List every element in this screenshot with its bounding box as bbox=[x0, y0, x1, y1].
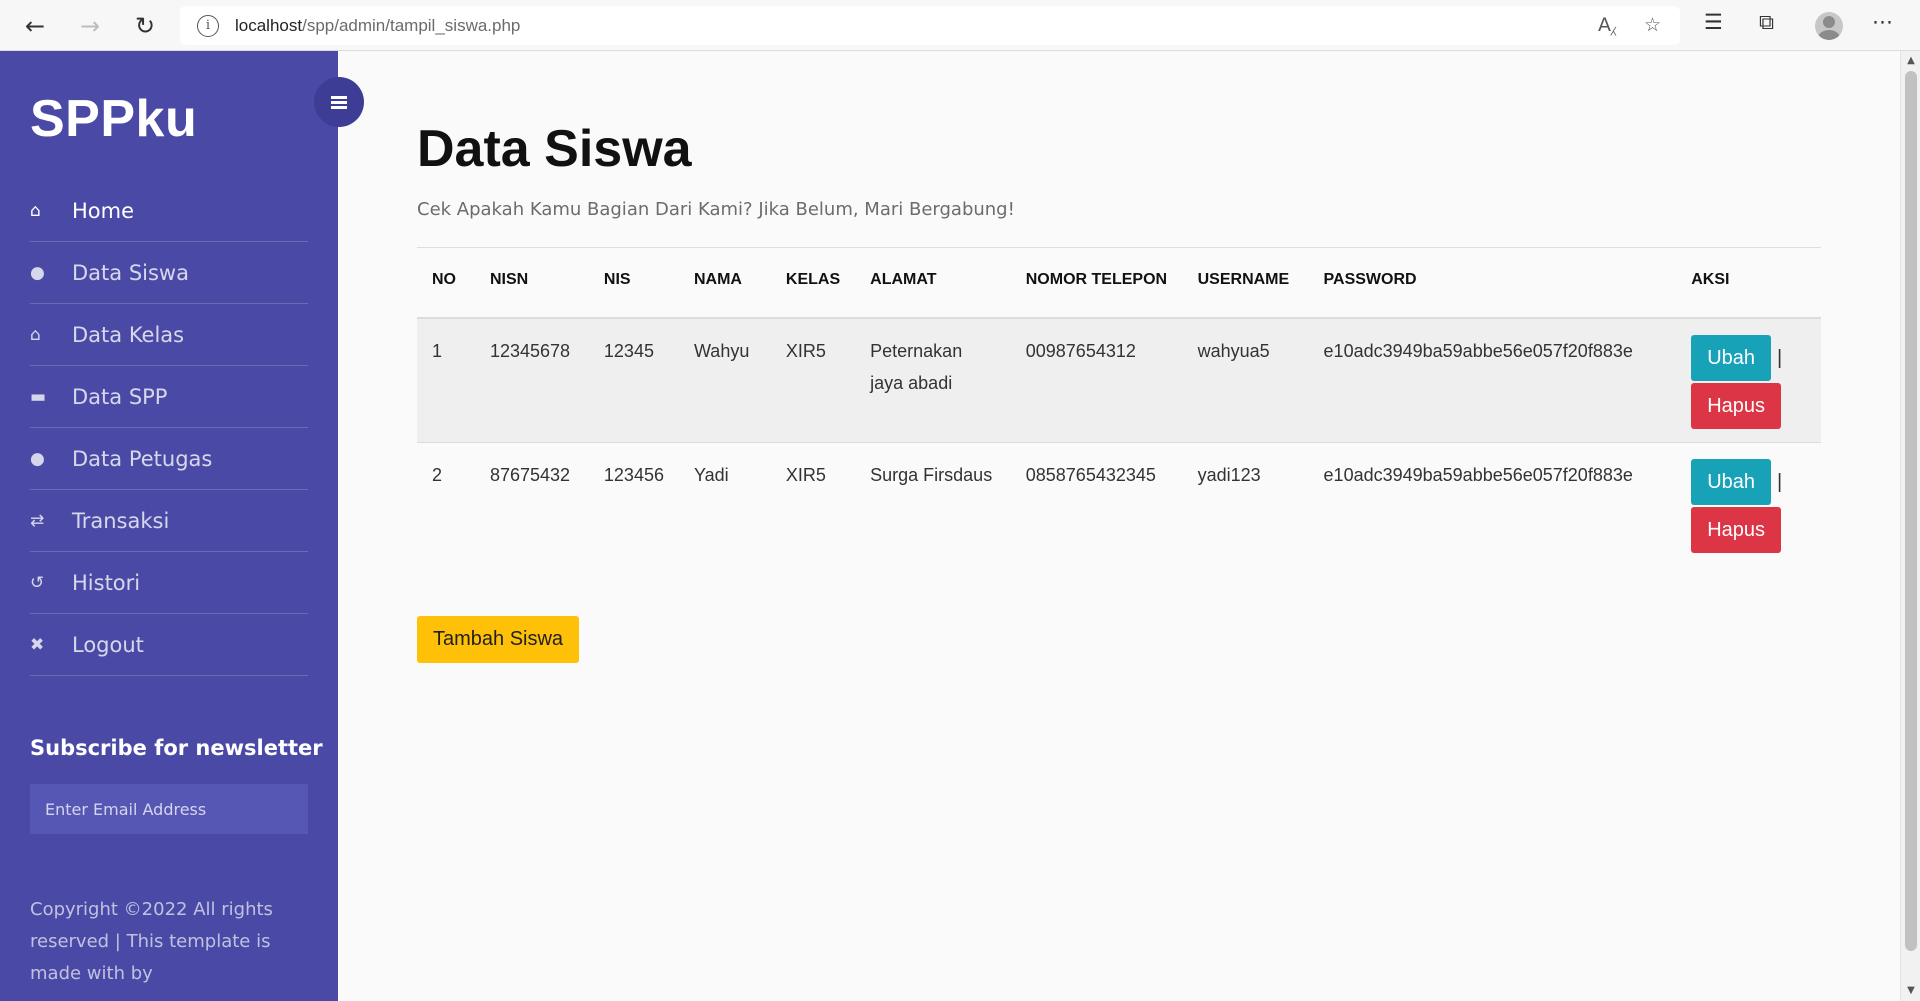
sidebar: SPPku ⌂ Home ● Data Siswa ⌂ Data Kelas ▬ Data S… bbox=[0, 51, 338, 1001]
sidebar-item-home[interactable]: ⌂ Home bbox=[30, 180, 308, 242]
cell-nisn: 87675432 bbox=[474, 442, 589, 566]
table-header-row: NO NISN NIS NAMA KELAS ALAMAT NOMOR TELEPON USE… bbox=[417, 248, 1821, 319]
url-text[interactable]: localhost/spp/admin/tampil_siswa.php bbox=[235, 16, 520, 36]
delete-button[interactable]: Hapus bbox=[1691, 383, 1782, 429]
sidebar-toggle-button[interactable] bbox=[314, 77, 364, 127]
cell-telepon: 00987654312 bbox=[1010, 318, 1183, 443]
browser-toolbar: ← → ↻ i localhost/spp/admin/tampil_siswa… bbox=[0, 0, 1920, 51]
more-icon[interactable]: ⋯ bbox=[1872, 10, 1893, 34]
url-path: /spp/admin/tampil_siswa.php bbox=[302, 15, 521, 35]
column-header: NISN bbox=[474, 248, 589, 319]
address-bar[interactable]: i localhost/spp/admin/tampil_siswa.php A… bbox=[180, 6, 1680, 45]
cell-aksi: Ubah | Hapus bbox=[1676, 442, 1821, 566]
sidebar-item-data-siswa[interactable]: ● Data Siswa bbox=[30, 242, 308, 304]
info-icon[interactable]: i bbox=[197, 14, 219, 37]
home-icon: ⌂ bbox=[30, 200, 41, 221]
column-header: KELAS bbox=[770, 248, 856, 319]
column-header: NIS bbox=[588, 248, 679, 319]
sidebar-item-label: Home bbox=[72, 198, 135, 223]
sidebar-item-histori[interactable]: ↺ Histori bbox=[30, 552, 308, 614]
main-content: Data Siswa Cek Apakah Kamu Bagian Dari K… bbox=[338, 51, 1900, 1001]
user-icon: ● bbox=[30, 262, 45, 283]
sidebar-item-label: Data Kelas bbox=[72, 322, 185, 347]
column-header: NO bbox=[417, 248, 475, 319]
collections-icon[interactable]: ⧉ bbox=[1759, 10, 1774, 35]
briefcase-icon: ▬ bbox=[30, 386, 47, 407]
cell-telepon: 0858765432345 bbox=[1010, 442, 1183, 566]
cell-password: e10adc3949ba59abbe56e057f20f883e bbox=[1308, 442, 1677, 566]
sidebar-item-label: Transaksi bbox=[72, 508, 170, 533]
back-arrow-icon[interactable]: ← bbox=[11, 0, 59, 51]
edit-button[interactable]: Ubah bbox=[1691, 459, 1772, 505]
cell-kelas: XIR5 bbox=[770, 318, 856, 443]
copyright-text: Copyright ©2022 All rights reserved | Th… bbox=[30, 899, 273, 984]
sidebar-item-data-petugas[interactable]: ● Data Petugas bbox=[30, 428, 308, 490]
column-header: PASSWORD bbox=[1308, 248, 1677, 319]
scroll-up-icon[interactable]: ▲ bbox=[1901, 55, 1920, 66]
favorite-add-icon[interactable]: ☆ bbox=[1644, 14, 1661, 36]
table-row: 1 12345678 12345 Wahyu XIR5 Peternakan jaya a… bbox=[417, 318, 1821, 443]
cell-nama: Wahyu bbox=[678, 318, 771, 443]
cell-nis: 123456 bbox=[588, 442, 679, 566]
table-row: 2 87675432 123456 Yadi XIR5 Surga Firsdaus 085… bbox=[417, 442, 1821, 566]
cell-kelas: XIR5 bbox=[770, 442, 856, 566]
column-header: AKSI bbox=[1676, 248, 1821, 319]
cell-nama: Yadi bbox=[678, 442, 771, 566]
column-header: USERNAME bbox=[1182, 248, 1309, 319]
home-icon: ⌂ bbox=[30, 324, 41, 345]
email-field[interactable] bbox=[30, 784, 308, 834]
edit-button[interactable]: Ubah bbox=[1691, 335, 1772, 381]
cell-alamat: Surga Firsdaus bbox=[855, 442, 1011, 566]
sidebar-item-logout[interactable]: ✖ Logout bbox=[30, 614, 308, 676]
sidebar-item-label: Data Siswa bbox=[72, 260, 189, 285]
cell-alamat: Peternakan jaya abadi bbox=[855, 318, 1011, 443]
sidebar-item-data-kelas[interactable]: ⌂ Data Kelas bbox=[30, 304, 308, 366]
column-header: NAMA bbox=[678, 248, 771, 319]
delete-button[interactable]: Hapus bbox=[1691, 507, 1782, 553]
scroll-down-icon[interactable]: ▼ bbox=[1901, 985, 1920, 996]
cell-nis: 12345 bbox=[588, 318, 679, 443]
cell-password: e10adc3949ba59abbe56e057f20f883e bbox=[1308, 318, 1677, 443]
column-header: ALAMAT bbox=[855, 248, 1011, 319]
sidebar-menu: ⌂ Home ● Data Siswa ⌂ Data Kelas ▬ Data SPP ● Dat… bbox=[30, 180, 308, 676]
profile-icon[interactable] bbox=[1815, 12, 1843, 40]
table-body: 1 12345678 12345 Wahyu XIR5 Peternakan jaya a… bbox=[417, 318, 1821, 566]
history-icon: ↺ bbox=[30, 572, 45, 593]
url-host: localhost bbox=[235, 15, 303, 35]
sidebar-item-data-spp[interactable]: ▬ Data SPP bbox=[30, 366, 308, 428]
menu-icon bbox=[331, 100, 347, 104]
favorites-icon[interactable]: ☰ bbox=[1704, 10, 1723, 34]
page-title: Data Siswa bbox=[417, 120, 692, 178]
brand-logo[interactable]: SPPku bbox=[30, 89, 197, 149]
cell-username: yadi123 bbox=[1182, 442, 1309, 566]
cell-no: 2 bbox=[417, 442, 475, 566]
cell-nisn: 12345678 bbox=[474, 318, 589, 443]
sidebar-item-label: Logout bbox=[72, 632, 144, 657]
forward-arrow-icon[interactable]: → bbox=[66, 0, 114, 51]
scrollbar-thumb[interactable] bbox=[1905, 71, 1917, 951]
separator: | bbox=[1777, 347, 1783, 369]
reload-icon[interactable]: ↻ bbox=[121, 0, 169, 51]
exchange-icon: ⇄ bbox=[30, 510, 45, 531]
students-table: NO NISN NIS NAMA KELAS ALAMAT NOMOR TELEPON USE… bbox=[417, 248, 1821, 566]
column-header: NOMOR TELEPON bbox=[1010, 248, 1183, 319]
newsletter-title: Subscribe for newsletter bbox=[30, 736, 323, 760]
page-subtitle: Cek Apakah Kamu Bagian Dari Kami? Jika B… bbox=[417, 199, 1015, 220]
cell-aksi: Ubah | Hapus bbox=[1676, 318, 1821, 443]
close-icon: ✖ bbox=[30, 634, 45, 655]
scrollbar[interactable]: ▲ ▼ bbox=[1900, 51, 1920, 1001]
cell-no: 1 bbox=[417, 318, 475, 443]
sidebar-item-label: Histori bbox=[72, 570, 141, 595]
sidebar-item-label: Data SPP bbox=[72, 384, 168, 409]
sidebar-item-transaksi[interactable]: ⇄ Transaksi bbox=[30, 490, 308, 552]
read-aloud-icon[interactable]: A⁁ bbox=[1598, 14, 1616, 36]
sidebar-item-label: Data Petugas bbox=[72, 446, 213, 471]
cell-username: wahyua5 bbox=[1182, 318, 1309, 443]
add-student-button[interactable]: Tambah Siswa bbox=[417, 616, 580, 663]
separator: | bbox=[1777, 471, 1783, 493]
user-icon: ● bbox=[30, 448, 45, 469]
